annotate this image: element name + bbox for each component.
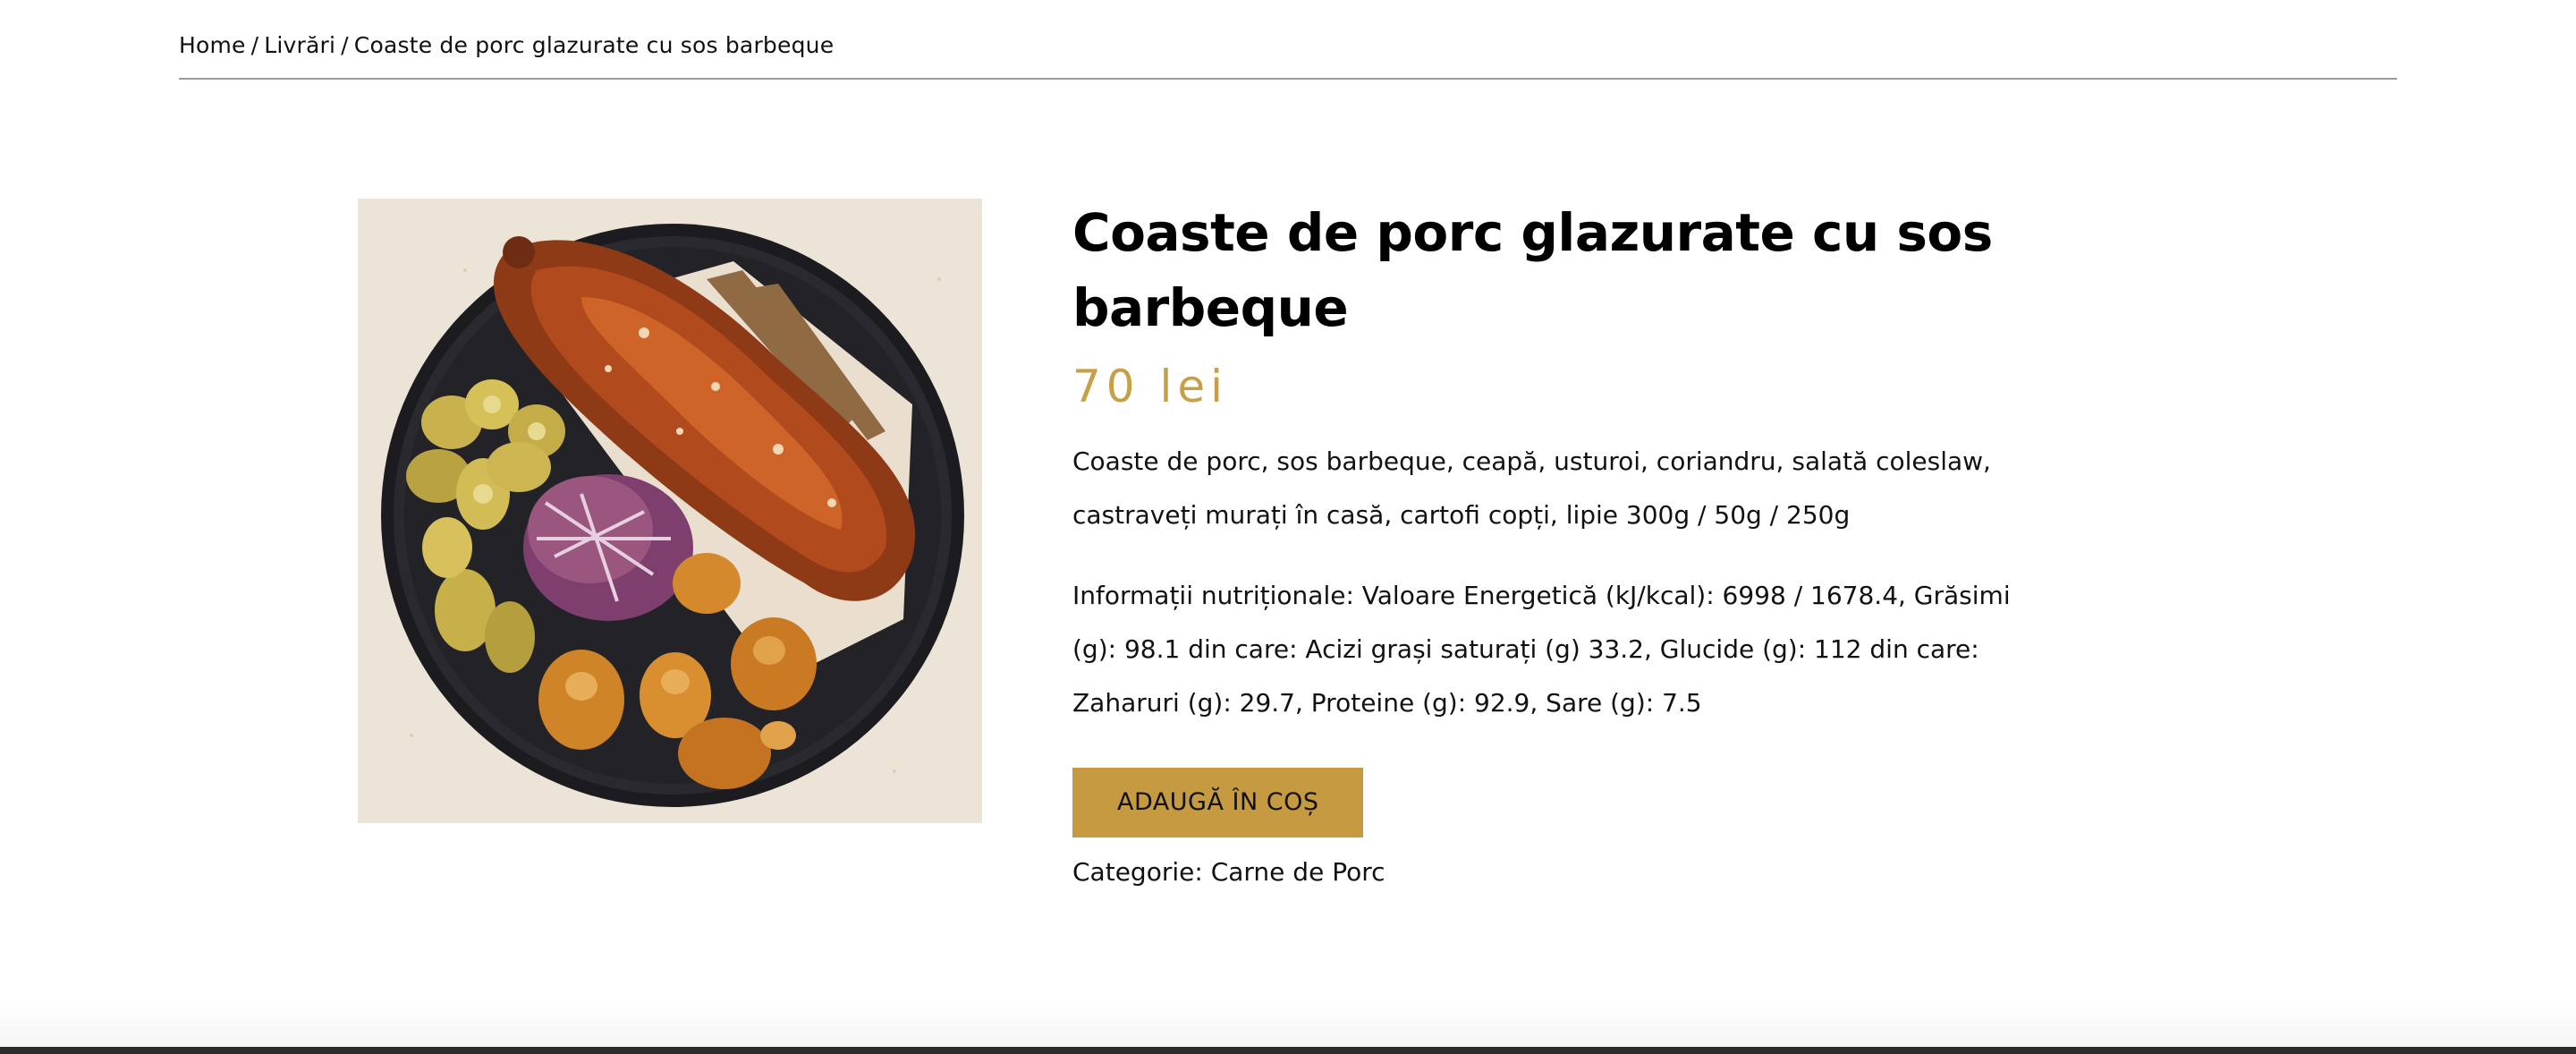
breadcrumb-separator: /: [250, 32, 259, 58]
product-page: Home / Livrări / Coaste de porc glazurate cu…: [0, 0, 2576, 1054]
product-info: Coaste de porc glazurate cu sos barbeque…: [1072, 195, 2012, 887]
breadcrumb: Home / Livrări / Coaste de porc glazurate cu…: [179, 32, 834, 58]
breadcrumb-current: Coaste de porc glazurate cu sos barbeque: [353, 32, 835, 58]
breadcrumb-category-link[interactable]: Livrări: [264, 32, 335, 58]
product-price: 70 lei: [1072, 361, 1229, 412]
product-photo-illustration: [358, 199, 982, 823]
product-nutrition-info: Informații nutriționale: Valoare Energet…: [1072, 581, 2011, 718]
breadcrumb-separator: /: [341, 32, 349, 58]
category-link[interactable]: Carne de Porc: [1211, 857, 1385, 887]
add-to-cart-button[interactable]: ADAUGĂ ÎN COȘ: [1072, 768, 1364, 837]
category-label: Categorie:: [1072, 857, 1203, 887]
breadcrumb-home-link[interactable]: Home: [179, 32, 246, 58]
product-title: Coaste de porc glazurate cu sos barbeque: [1072, 202, 1993, 338]
breadcrumb-divider: [179, 78, 2397, 80]
footer-shadow: [0, 1002, 2576, 1047]
footer-bar: [0, 1047, 2576, 1054]
product-description: Coaste de porc, sos barbeque, ceapă, ust…: [1072, 446, 1991, 530]
product-category: Categorie: Carne de Porc: [1072, 857, 2012, 887]
product-image[interactable]: [358, 199, 982, 823]
